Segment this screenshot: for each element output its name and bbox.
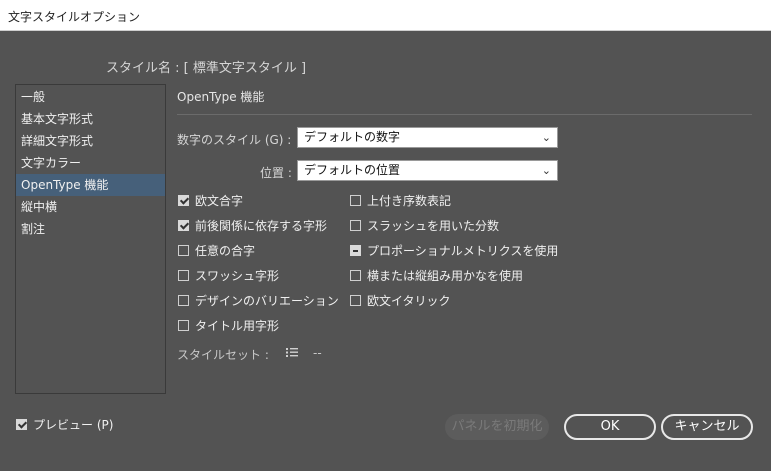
checkbox-label: デザインのバリエーション bbox=[195, 294, 339, 308]
chevron-down-icon: ⌄ bbox=[541, 131, 551, 144]
checkbox-label: プロポーショナルメトリクスを使用 bbox=[367, 244, 559, 258]
style-set-label: スタイルセット : bbox=[177, 348, 269, 362]
title-bar: 文字スタイルオプション bbox=[0, 0, 771, 31]
number-style-dropdown[interactable]: デフォルトの数字 ⌄ bbox=[297, 127, 558, 148]
cancel-button[interactable]: キャンセル bbox=[661, 414, 753, 440]
checkbox-label: 欧文イタリック bbox=[367, 294, 451, 308]
section-divider bbox=[177, 114, 752, 115]
position-label: 位置 : bbox=[260, 166, 292, 180]
checkbox-checked-icon bbox=[178, 220, 189, 231]
checkbox-label: 欧文合字 bbox=[195, 194, 244, 208]
sidebar-item-opentype-features[interactable]: OpenType 機能 bbox=[16, 174, 165, 196]
checkbox-label: 上付き序数表記 bbox=[367, 194, 452, 208]
style-name-value: [ 標準文字スタイル ] bbox=[183, 61, 307, 76]
checkbox-mixed-icon bbox=[350, 245, 361, 256]
checkbox-horizontal-vertical-kana[interactable]: 横または縦組み用かなを使用 bbox=[350, 267, 523, 285]
style-set-value: -- bbox=[313, 346, 322, 360]
style-name-label: スタイル名 : bbox=[106, 61, 180, 76]
window-title: 文字スタイルオプション bbox=[8, 10, 141, 24]
checkbox-label: 横または縦組み用かなを使用 bbox=[367, 269, 524, 283]
checkbox-ordinals[interactable]: 上付き序数表記 bbox=[350, 192, 451, 210]
checkbox-label: スワッシュ字形 bbox=[195, 269, 280, 283]
sidebar-item-warichu[interactable]: 割注 bbox=[16, 218, 165, 240]
reset-panel-button[interactable]: パネルを初期化 bbox=[445, 414, 549, 440]
checkbox-unchecked-icon bbox=[350, 270, 361, 281]
checkbox-label: タイトル用字形 bbox=[195, 319, 280, 333]
section-title: OpenType 機能 bbox=[177, 90, 265, 104]
sidebar-item-basic-character-formats[interactable]: 基本文字形式 bbox=[16, 108, 165, 130]
checkbox-swash[interactable]: スワッシュ字形 bbox=[178, 267, 279, 285]
checkbox-label: 任意の合字 bbox=[195, 244, 256, 258]
checkbox-standard-ligatures[interactable]: 欧文合字 bbox=[178, 192, 243, 210]
checkbox-unchecked-icon bbox=[178, 320, 189, 331]
checkbox-unchecked-icon bbox=[350, 295, 361, 306]
sidebar-item-character-color[interactable]: 文字カラー bbox=[16, 152, 165, 174]
position-dropdown[interactable]: デフォルトの位置 ⌄ bbox=[297, 160, 558, 181]
checkbox-checked-icon bbox=[178, 195, 189, 206]
checkbox-proportional-metrics[interactable]: プロポーショナルメトリクスを使用 bbox=[350, 242, 558, 260]
position-value: デフォルトの位置 bbox=[304, 163, 401, 177]
number-style-value: デフォルトの数字 bbox=[304, 130, 401, 144]
sidebar-item-tate-chu-yoko[interactable]: 縦中横 bbox=[16, 196, 165, 218]
checkbox-unchecked-icon bbox=[178, 295, 189, 306]
checkbox-contextual-alternates[interactable]: 前後関係に依存する字形 bbox=[178, 217, 327, 235]
checkbox-checked-icon bbox=[16, 419, 27, 430]
checkbox-unchecked-icon bbox=[178, 245, 189, 256]
checkbox-unchecked-icon bbox=[178, 270, 189, 281]
checkbox-label: スラッシュを用いた分数 bbox=[367, 219, 500, 233]
checkbox-discretionary-ligatures[interactable]: 任意の合字 bbox=[178, 242, 255, 260]
number-style-label: 数字のスタイル (G) : bbox=[177, 133, 292, 147]
preview-checkbox[interactable]: プレビュー (P) bbox=[16, 416, 113, 434]
preview-label: プレビュー (P) bbox=[33, 418, 114, 432]
checkbox-unchecked-icon bbox=[350, 195, 361, 206]
style-name-row: スタイル名 : [ 標準文字スタイル ] bbox=[106, 57, 306, 76]
checkbox-fractions[interactable]: スラッシュを用いた分数 bbox=[350, 217, 499, 235]
checkbox-titling-alternates[interactable]: タイトル用字形 bbox=[178, 317, 279, 335]
category-list: 一般 基本文字形式 詳細文字形式 文字カラー OpenType 機能 縦中横 割… bbox=[15, 84, 166, 394]
checkbox-stylistic-alternates[interactable]: デザインのバリエーション bbox=[178, 292, 339, 310]
checkbox-label: 前後関係に依存する字形 bbox=[195, 219, 328, 233]
chevron-down-icon: ⌄ bbox=[541, 164, 551, 177]
sidebar-item-advanced-character-formats[interactable]: 詳細文字形式 bbox=[16, 130, 165, 152]
checkbox-roman-italics[interactable]: 欧文イタリック bbox=[350, 292, 451, 310]
checkbox-unchecked-icon bbox=[350, 220, 361, 231]
ok-button[interactable]: OK bbox=[564, 414, 656, 440]
list-icon[interactable] bbox=[285, 346, 299, 358]
sidebar-item-general[interactable]: 一般 bbox=[16, 86, 165, 108]
